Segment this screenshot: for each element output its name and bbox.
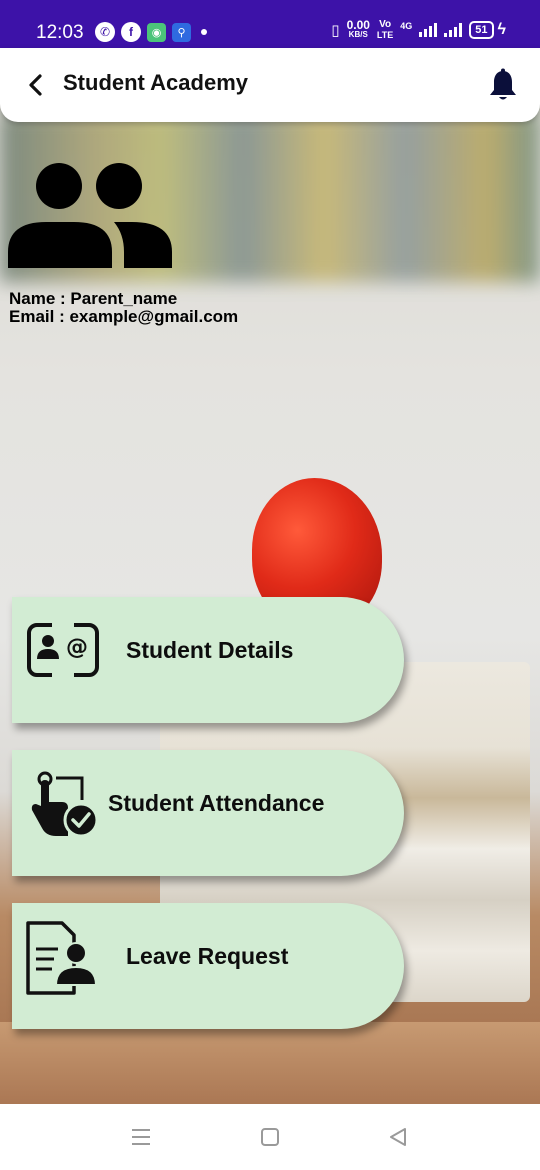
battery-icon: 51 [469, 21, 494, 39]
facebook-icon: f [121, 22, 141, 42]
battery-level: 51 [475, 24, 488, 36]
student-details-button[interactable]: @ Student Details [12, 597, 404, 723]
touch-check-icon [31, 771, 99, 838]
charging-icon: ϟ [497, 21, 506, 38]
parent-email: Email : example@gmail.com [9, 307, 239, 326]
student-attendance-button[interactable]: Student Attendance [12, 750, 404, 876]
volte-indicator: Vo LTE [376, 19, 394, 41]
leave-request-button[interactable]: Leave Request [12, 903, 404, 1029]
system-back-button[interactable] [383, 1124, 413, 1150]
parent-name: Name : Parent_name [9, 289, 178, 308]
network-type: 4G [400, 21, 413, 31]
usb-icon: ⚲ [172, 22, 191, 42]
student-attendance-label: Student Attendance [108, 790, 325, 816]
menu-lines-icon [132, 1129, 150, 1145]
student-details-label: Student Details [126, 637, 294, 663]
svg-text:@: @ [66, 635, 88, 660]
vibrate-icon: ▯ [331, 22, 340, 39]
signal-icon [419, 23, 438, 37]
whatsapp-icon: ✆ [95, 22, 115, 42]
document-user-icon [26, 921, 98, 995]
users-icon [8, 163, 172, 268]
chevron-left-icon [29, 74, 42, 96]
status-notification-icons: ✆ f ◉ ⚲ [95, 22, 207, 42]
volte-top: Vo [379, 19, 392, 30]
id-card-icon: @ [27, 621, 99, 679]
leave-request-label: Leave Request [126, 943, 289, 969]
system-navigation-bar [0, 1104, 540, 1170]
recents-button[interactable] [126, 1124, 156, 1150]
net-speed-value: 0.00 [346, 18, 370, 32]
bell-icon [490, 68, 516, 100]
status-time: 12:03 [36, 22, 84, 43]
home-button[interactable] [255, 1124, 285, 1150]
app-header: Student Academy [0, 48, 540, 122]
square-icon [261, 1128, 279, 1146]
back-button[interactable] [22, 70, 50, 100]
signal-icon-2 [444, 23, 463, 37]
status-system-icons: ▯ 0.00 KB/S Vo LTE 4G 51 ϟ [331, 18, 506, 41]
notifications-button[interactable] [488, 68, 518, 102]
app-icon: ◉ [147, 22, 166, 42]
background-table [0, 1022, 540, 1104]
net-speed-unit: KB/S [348, 30, 368, 39]
net-speed: 0.00 KB/S [346, 18, 370, 40]
page-title: Student Academy [63, 70, 249, 95]
more-notifications-dot [201, 29, 207, 35]
volte-bottom: LTE [376, 30, 394, 40]
triangle-back-icon [390, 1128, 406, 1146]
